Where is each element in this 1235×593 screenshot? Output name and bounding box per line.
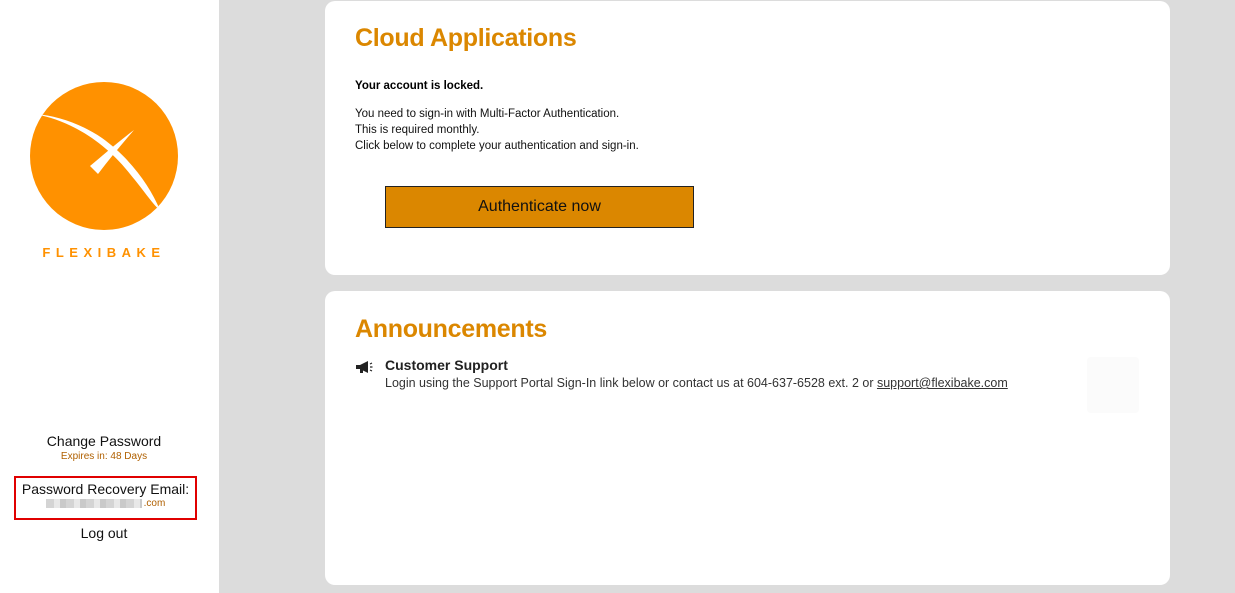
logo-circle xyxy=(30,82,178,230)
mfa-message-line-2: This is required monthly. xyxy=(355,124,480,136)
recovery-email-suffix: .com xyxy=(143,498,166,509)
announcement-title: Customer Support xyxy=(385,357,508,373)
cloud-applications-card: Cloud Applications Your account is locke… xyxy=(325,1,1170,275)
recovery-email-label: Password Recovery Email: xyxy=(21,481,190,497)
sidebar: FLEXIBAKE Change Password Expires in: 48… xyxy=(0,0,219,593)
recovery-email-value: .com xyxy=(16,498,195,509)
mfa-message-line-3: Click below to complete your authenticat… xyxy=(355,140,639,152)
announcement-side-panel xyxy=(1087,357,1139,413)
logo-x-mark xyxy=(34,114,160,210)
redacted-email xyxy=(45,499,142,508)
password-recovery-email-box[interactable]: Password Recovery Email: .com xyxy=(14,476,197,520)
announcements-card: Announcements Customer Support Login usi… xyxy=(325,291,1170,585)
logout-link[interactable]: Log out xyxy=(0,525,208,541)
support-email-link[interactable]: support@flexibake.com xyxy=(877,376,1008,390)
flexibake-logo: FLEXIBAKE xyxy=(24,82,184,272)
megaphone-icon xyxy=(356,361,373,373)
announcement-body: Login using the Support Portal Sign-In l… xyxy=(385,376,877,390)
logo-wordmark: FLEXIBAKE xyxy=(42,245,166,260)
announcements-title: Announcements xyxy=(355,315,547,343)
password-expiry-note: Expires in: 48 Days xyxy=(60,451,148,462)
change-password-link[interactable]: Change Password xyxy=(0,433,208,449)
announcement-text: Login using the Support Portal Sign-In l… xyxy=(385,376,1008,390)
account-locked-text: Your account is locked. xyxy=(355,80,484,92)
authenticate-now-button[interactable]: Authenticate now xyxy=(385,186,694,228)
mfa-message-line-1: You need to sign-in with Multi-Factor Au… xyxy=(355,108,620,120)
announcement-item: Customer Support Login using the Support… xyxy=(355,357,1075,397)
cloud-applications-title: Cloud Applications xyxy=(355,24,577,52)
